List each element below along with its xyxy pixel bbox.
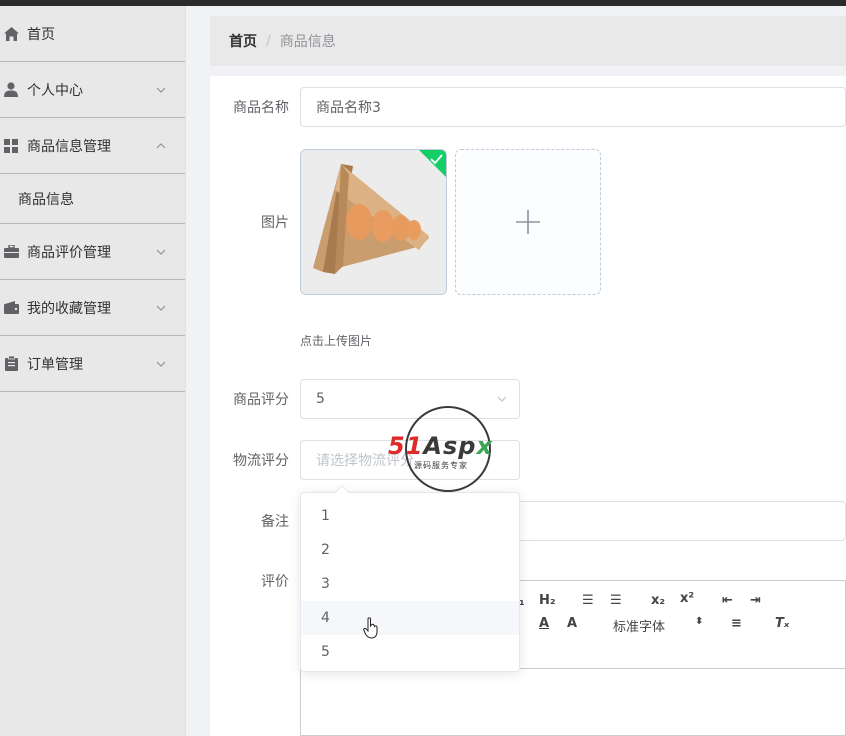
uploaded-image-thumbnail[interactable] [300, 149, 447, 295]
chevron-up-icon [156, 142, 166, 148]
sidebar-item-label: 首页 [27, 26, 55, 43]
align-icon[interactable]: ≡ [731, 616, 742, 631]
upload-add-button[interactable] [455, 149, 601, 295]
sidebar: 首页 个人中心 商品信息管理 商品信息 商品评价管理 我的收藏管理 订单管理 [0, 6, 186, 736]
egg-carton-image [301, 150, 446, 294]
logistics-label: 物流评分 [233, 453, 289, 469]
font-color-icon[interactable]: A [539, 616, 549, 631]
chevron-down-icon [497, 396, 507, 402]
image-label: 图片 [261, 215, 289, 231]
logistics-dropdown: 1 2 3 4 5 [300, 484, 520, 672]
plus-icon [516, 210, 540, 234]
dropdown-option[interactable]: 1 [301, 499, 519, 533]
h2-button[interactable]: H₂ [539, 593, 556, 608]
sidebar-item-label: 订单管理 [27, 356, 83, 373]
rating-select-value: 5 [316, 391, 325, 407]
form-row-review: 评价 [220, 561, 300, 601]
clear-format-icon[interactable]: Tₓ [775, 616, 789, 631]
chevron-down-icon [156, 305, 166, 311]
breadcrumb-separator: / [266, 33, 271, 49]
sidebar-item-personal-center[interactable]: 个人中心 [0, 62, 185, 118]
dropdown-option[interactable]: 3 [301, 567, 519, 601]
dropdown-option-hovered[interactable]: 4 [301, 601, 519, 635]
form-row-name: 商品名称 商品名称3 [220, 87, 846, 127]
name-label: 商品名称 [233, 100, 289, 116]
superscript-icon[interactable]: x² [680, 591, 694, 606]
clipboard-icon [3, 356, 19, 372]
chevron-down-icon [156, 249, 166, 255]
sidebar-item-label: 个人中心 [27, 82, 83, 99]
sidebar-item-favorites-management[interactable]: 我的收藏管理 [0, 280, 185, 336]
sidebar-item-review-management[interactable]: 商品评价管理 [0, 224, 185, 280]
font-family-select[interactable]: 标准字体 [613, 616, 665, 635]
dropdown-option[interactable]: 2 [301, 533, 519, 567]
form-row-image: 图片 [220, 212, 300, 232]
upload-tip[interactable]: 点击上传图片 [300, 332, 372, 349]
indent-decrease-icon[interactable]: ⇤ [722, 593, 733, 608]
background-color-icon[interactable]: A [567, 616, 577, 631]
breadcrumb-current: 商品信息 [279, 34, 336, 50]
sidebar-item-product-info-management[interactable]: 商品信息管理 [0, 118, 185, 174]
review-label: 评价 [261, 574, 289, 590]
sidebar-subitem-label: 商品信息 [18, 191, 74, 208]
select-updown-icon: ⬍ [695, 616, 704, 627]
watermark-slogan: 源码服务专家 [414, 461, 468, 470]
briefcase-icon [3, 244, 19, 260]
remark-label: 备注 [261, 514, 289, 530]
sidebar-item-label: 我的收藏管理 [27, 300, 111, 317]
user-icon [3, 82, 19, 98]
rating-label: 商品评分 [233, 392, 289, 408]
sidebar-item-label: 商品评价管理 [27, 244, 111, 261]
dropdown-option[interactable]: 5 [301, 635, 519, 669]
grid-icon [3, 138, 19, 154]
chevron-down-icon [156, 361, 166, 367]
product-name-value: 商品名称3 [316, 100, 381, 116]
chevron-down-icon [156, 87, 166, 93]
bullet-list-icon[interactable]: ☰ [610, 593, 622, 608]
home-icon [3, 26, 19, 42]
sidebar-item-home[interactable]: 首页 [0, 6, 185, 62]
breadcrumb: 首页 / 商品信息 [210, 16, 846, 66]
ordered-list-icon[interactable]: ☰ [582, 593, 594, 608]
product-name-input[interactable]: 商品名称3 [300, 87, 846, 127]
indent-increase-icon[interactable]: ⇥ [750, 593, 761, 608]
sidebar-item-order-management[interactable]: 订单管理 [0, 336, 185, 392]
sidebar-subitem-product-info[interactable]: 商品信息 [0, 174, 185, 224]
sidebar-item-label: 商品信息管理 [27, 138, 111, 155]
hand-cursor-icon [363, 617, 378, 639]
breadcrumb-home[interactable]: 首页 [229, 31, 257, 51]
subscript-icon[interactable]: x₂ [651, 593, 665, 608]
watermark-logo: 51Aspx 源码服务专家 [388, 404, 512, 494]
watermark-brand: 51Aspx [388, 432, 493, 460]
wallet-icon [3, 300, 19, 316]
